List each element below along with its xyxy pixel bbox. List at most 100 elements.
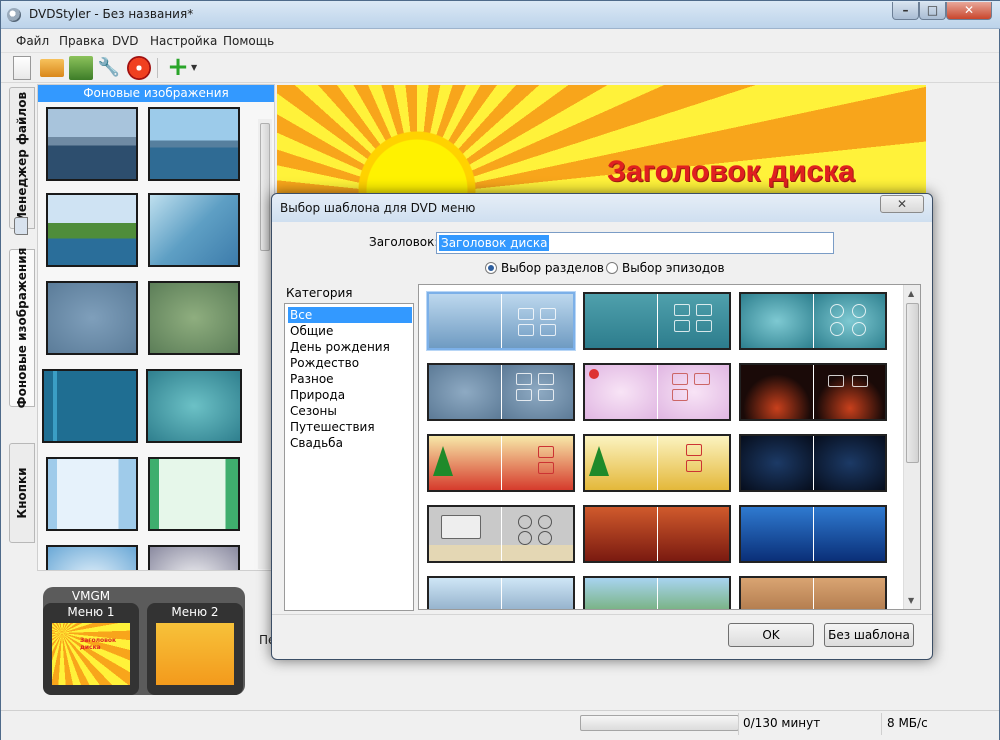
radio-empty-icon [606,262,618,274]
add-icon[interactable]: + [166,54,190,80]
background-thumb[interactable] [148,545,240,570]
menu-settings[interactable]: Настройка [150,34,217,48]
template-thumb[interactable] [427,505,575,563]
category-item[interactable]: Разное [288,371,412,387]
template-thumb[interactable] [739,505,887,563]
template-thumb[interactable] [427,576,575,609]
category-item[interactable]: Общие [288,323,412,339]
maximize-button[interactable]: □ [919,2,946,20]
ok-button[interactable]: OK [728,623,814,647]
menu-card-1[interactable]: Меню 1 Заголовок диска [43,603,139,695]
template-thumb[interactable] [427,292,575,350]
tab-file-manager[interactable]: Менеджер файлов [9,87,35,229]
title-input[interactable]: Заголовок диска [436,232,834,254]
template-preview [429,365,501,419]
open-icon[interactable] [40,59,64,77]
template-grid [418,284,921,610]
dialog-title-bar: Выбор шаблона для DVD меню [272,194,932,222]
status-separator [881,713,882,735]
scroll-up-icon[interactable]: ▲ [908,289,914,298]
category-item[interactable]: Все [288,307,412,323]
canvas-disc-title[interactable]: Заголовок диска [607,155,855,189]
backgrounds-scrollbar[interactable] [258,119,272,569]
tab-backgrounds[interactable]: Фоновые изображения [9,247,35,409]
background-thumb[interactable] [46,193,138,267]
radio-selected-icon [485,262,497,274]
template-thumb[interactable] [583,505,731,563]
scroll-thumb[interactable] [260,123,270,251]
scroll-down-icon[interactable]: ▼ [908,596,914,605]
background-thumb[interactable] [148,193,240,267]
background-thumb[interactable] [148,457,240,531]
template-preview [814,365,885,419]
radio-episodes[interactable]: Выбор эпизодов [606,261,725,275]
vmgm-panel: VMGM Меню 1 Заголовок диска Меню 2 [43,587,245,695]
category-item[interactable]: Рождество [288,355,412,371]
template-thumb[interactable] [583,576,731,609]
settings-wrench-icon[interactable]: 🔧 [97,56,121,80]
category-item[interactable]: Свадьба [288,435,412,451]
template-preview [429,436,501,490]
dialog-separator [272,614,932,615]
save-icon[interactable] [69,56,93,80]
window-title: DVDStyler - Без названия* [29,7,194,21]
background-thumb[interactable] [148,107,240,181]
tab-buttons-label: Кнопки [15,467,29,519]
background-thumb[interactable] [146,369,242,443]
menu-file[interactable]: Файл [16,34,49,48]
menu-card-label: Меню 1 [67,605,115,619]
template-preview [502,578,573,609]
burn-icon[interactable] [127,56,151,80]
menu-card-label: Меню 2 [171,605,219,619]
template-thumb[interactable] [739,576,887,609]
tab-backgrounds-label: Фоновые изображения [15,247,29,409]
scroll-thumb[interactable] [906,303,919,463]
template-preview [814,436,885,490]
menu-dvd[interactable]: DVD [112,34,138,48]
background-thumb[interactable] [46,457,138,531]
background-thumb[interactable] [46,545,138,570]
template-thumb[interactable] [739,363,887,421]
background-thumb[interactable] [46,107,138,181]
template-thumb[interactable] [739,434,887,492]
backgrounds-header: Фоновые изображения [38,85,274,102]
template-thumb[interactable] [583,363,731,421]
new-icon[interactable] [13,56,31,80]
background-thumb[interactable] [46,281,138,355]
close-button[interactable]: ✕ [946,2,992,20]
title-input-value: Заголовок диска [439,235,550,251]
template-thumb[interactable] [739,292,887,350]
category-item[interactable]: День рождения [288,339,412,355]
no-template-button[interactable]: Без шаблона [824,623,914,647]
tab-buttons[interactable]: Кнопки [9,443,35,543]
template-thumb[interactable] [427,363,575,421]
menu-edit[interactable]: Правка [59,34,105,48]
toolbar: 🔧 + ▼ [1,53,999,83]
template-preview [585,507,657,561]
dropdown-icon[interactable]: ▼ [191,56,201,80]
dialog-title: Выбор шаблона для DVD меню [280,201,476,215]
category-item[interactable]: Путешествия [288,419,412,435]
category-item[interactable]: Природа [288,387,412,403]
template-preview [741,578,813,609]
category-item[interactable]: Сезоны [288,403,412,419]
template-preview [658,365,729,419]
template-thumb[interactable] [583,292,731,350]
menu-help[interactable]: Помощь [223,34,274,48]
minimize-button[interactable]: – [892,2,919,20]
template-preview [658,294,729,348]
background-thumb[interactable] [42,369,138,443]
menu-card-2[interactable]: Меню 2 [147,603,243,695]
radio-episodes-label: Выбор эпизодов [622,261,725,275]
title-bar: DVDStyler - Без названия* – □ ✕ [1,1,1000,29]
background-thumb[interactable] [148,281,240,355]
template-preview [814,578,885,609]
template-thumb[interactable] [583,434,731,492]
template-preview [741,365,813,419]
template-scrollbar[interactable]: ▲ ▼ [903,285,920,609]
menu-thumb-title: Заголовок диска [80,637,117,651]
dialog-close-button[interactable]: ✕ [880,195,924,213]
template-thumb[interactable] [427,434,575,492]
template-preview [585,436,657,490]
radio-chapters[interactable]: Выбор разделов [485,261,604,275]
